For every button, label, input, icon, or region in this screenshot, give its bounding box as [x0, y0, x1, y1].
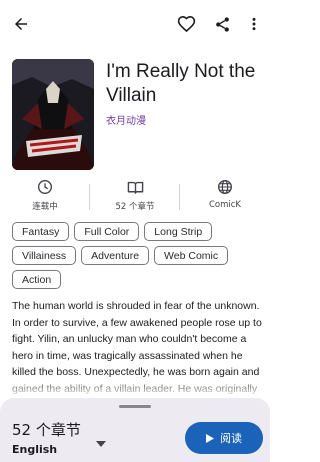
- back-arrow-icon[interactable]: [9, 12, 33, 36]
- top-app-bar: [0, 0, 270, 48]
- genre-tag[interactable]: Full Color: [74, 222, 140, 241]
- stats-row: 连载中 52 个章节 ComicK: [0, 178, 270, 216]
- genre-tag[interactable]: Fantasy: [12, 222, 70, 241]
- source-stat: ComicK: [180, 178, 270, 216]
- favorite-heart-icon[interactable]: [174, 12, 198, 36]
- cover-image[interactable]: [12, 59, 94, 170]
- sheet-drag-handle[interactable]: [119, 405, 151, 408]
- genre-tags: Fantasy Full Color Long Strip Villainess…: [12, 222, 262, 289]
- genre-tag[interactable]: Action: [12, 270, 62, 289]
- read-button-label: 阅读: [220, 432, 242, 445]
- share-icon[interactable]: [210, 12, 234, 36]
- chapters-label: 52 个章节: [115, 202, 155, 212]
- chapter-count[interactable]: 52 个章节: [12, 419, 81, 440]
- stats-divider: [179, 184, 180, 210]
- stats-divider: [89, 184, 90, 210]
- genre-tag[interactable]: Villainess: [12, 246, 77, 265]
- chevron-down-icon[interactable]: [96, 432, 106, 447]
- clock-icon: [37, 178, 53, 196]
- chapters-stat: 52 个章节: [90, 178, 180, 216]
- genre-tag[interactable]: Long Strip: [144, 222, 213, 241]
- read-button[interactable]: 阅读: [185, 422, 263, 454]
- status-label: 连载中: [32, 202, 58, 212]
- manga-title: I'm Really Not the Villain: [106, 61, 256, 106]
- description-fade: [0, 378, 270, 398]
- genre-tag[interactable]: Web Comic: [154, 246, 229, 265]
- play-icon: [206, 433, 214, 443]
- globe-icon: [217, 178, 233, 196]
- source-label: ComicK: [208, 200, 242, 210]
- author-name[interactable]: 衣月动漫: [106, 112, 146, 127]
- genre-tag[interactable]: Adventure: [81, 246, 150, 265]
- language-label[interactable]: English: [12, 443, 57, 456]
- status-stat: 连载中: [0, 178, 90, 216]
- book-icon: [127, 178, 144, 196]
- more-options-icon[interactable]: [242, 12, 266, 36]
